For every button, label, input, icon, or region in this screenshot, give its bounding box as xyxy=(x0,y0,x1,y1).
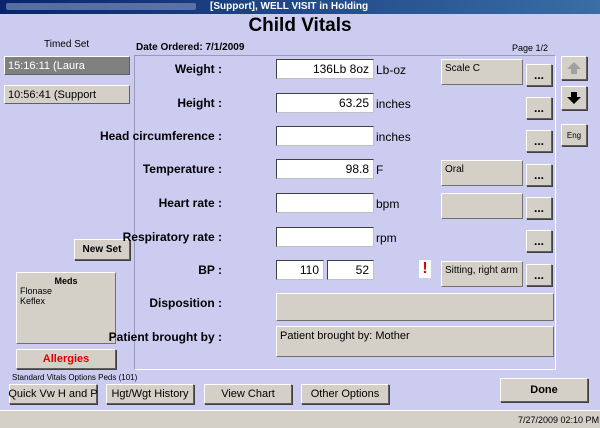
weight-unit: Lb-oz xyxy=(376,63,407,77)
heart-rate-unit: bpm xyxy=(376,197,400,211)
bp-position-field[interactable]: Sitting, right arm xyxy=(441,261,523,287)
date-ordered: Date Ordered: 7/1/2009 xyxy=(136,42,245,53)
status-bar: 7/27/2009 02:10 PM xyxy=(0,410,600,428)
disposition-field[interactable] xyxy=(276,293,554,321)
patient-brought-by-label: Patient brought by : xyxy=(108,330,222,344)
window-title: [Support], WELL VISIT in Holding xyxy=(210,1,369,12)
bp-more-button[interactable]: ... xyxy=(526,264,552,286)
title-bar: [Support], WELL VISIT in Holding xyxy=(0,0,600,14)
head-circumference-unit: inches xyxy=(376,130,411,144)
allergies-button[interactable]: Allergies xyxy=(16,349,116,369)
bp-diastolic-input[interactable]: 52 xyxy=(327,260,374,280)
timed-set-item-2[interactable]: 10:56:41 (Support xyxy=(4,85,130,104)
view-chart-button[interactable]: View Chart xyxy=(204,384,292,404)
language-button[interactable]: Eng xyxy=(561,124,587,146)
timed-set-item-1[interactable]: 15:16:11 (Laura xyxy=(4,56,130,75)
vitals-panel: Weight : 136Lb 8oz Lb-oz Scale C ... Hei… xyxy=(100,55,556,370)
disposition-label: Disposition : xyxy=(149,296,222,310)
timed-set-label: Timed Set xyxy=(44,39,90,50)
heart-rate-label: Heart rate : xyxy=(158,196,222,210)
temperature-label: Temperature : xyxy=(142,162,222,176)
respiratory-rate-unit: rpm xyxy=(376,231,397,245)
height-unit: inches xyxy=(376,97,411,111)
head-circumference-input[interactable] xyxy=(276,126,374,146)
weight-scale-field[interactable]: Scale C xyxy=(441,59,523,85)
new-set-button[interactable]: New Set xyxy=(74,239,130,260)
arrow-up-icon xyxy=(567,62,581,74)
title-bar-redacted-text xyxy=(6,3,196,10)
meds-item: Flonase xyxy=(20,286,53,296)
meds-box: Meds Flonase Keflex xyxy=(16,272,116,344)
weight-more-button[interactable]: ... xyxy=(526,64,552,86)
bp-label: BP : xyxy=(198,263,222,277)
respiratory-rate-input[interactable] xyxy=(276,227,374,247)
height-more-button[interactable]: ... xyxy=(526,97,552,119)
temperature-more-button[interactable]: ... xyxy=(526,164,552,186)
quick-view-hp-button[interactable]: Quick Vw H and P xyxy=(8,384,98,404)
page-indicator: Page 1/2 xyxy=(512,43,549,53)
patient-brought-by-field[interactable]: Patient brought by: Mother xyxy=(276,326,554,357)
temperature-method-field[interactable]: Oral xyxy=(441,160,523,186)
height-label: Height : xyxy=(177,96,222,110)
heart-rate-input[interactable] xyxy=(276,193,374,213)
weight-input[interactable]: 136Lb 8oz xyxy=(276,59,374,79)
heart-rate-more-button[interactable]: ... xyxy=(526,197,552,219)
other-options-button[interactable]: Other Options xyxy=(301,384,389,404)
scroll-up-button[interactable] xyxy=(561,56,587,80)
arrow-down-icon xyxy=(567,92,581,104)
bp-alert-icon: ! xyxy=(419,260,431,278)
weight-label: Weight : xyxy=(174,62,222,76)
options-caption: Standard Vitals Options Peds (101) xyxy=(12,373,138,382)
height-weight-history-button[interactable]: Hgt/Wgt History xyxy=(106,384,194,404)
status-datetime: 7/27/2009 02:10 PM xyxy=(518,415,600,425)
heart-rate-extra-field[interactable] xyxy=(441,193,523,219)
respiratory-rate-more-button[interactable]: ... xyxy=(526,230,552,252)
height-input[interactable]: 63.25 xyxy=(276,93,374,113)
done-button[interactable]: Done xyxy=(500,378,588,402)
scroll-down-button[interactable] xyxy=(561,86,587,110)
page-title: Child Vitals xyxy=(248,15,352,36)
respiratory-rate-label: Respiratory rate : xyxy=(122,230,222,244)
head-circumference-label: Head circumference : xyxy=(99,129,222,143)
temperature-input[interactable]: 98.8 xyxy=(276,159,374,179)
temperature-unit: F xyxy=(376,163,384,177)
meds-item: Keflex xyxy=(20,296,46,306)
bp-systolic-input[interactable]: 110 xyxy=(276,260,324,280)
meds-title: Meds xyxy=(54,276,78,286)
head-circumference-more-button[interactable]: ... xyxy=(526,130,552,152)
